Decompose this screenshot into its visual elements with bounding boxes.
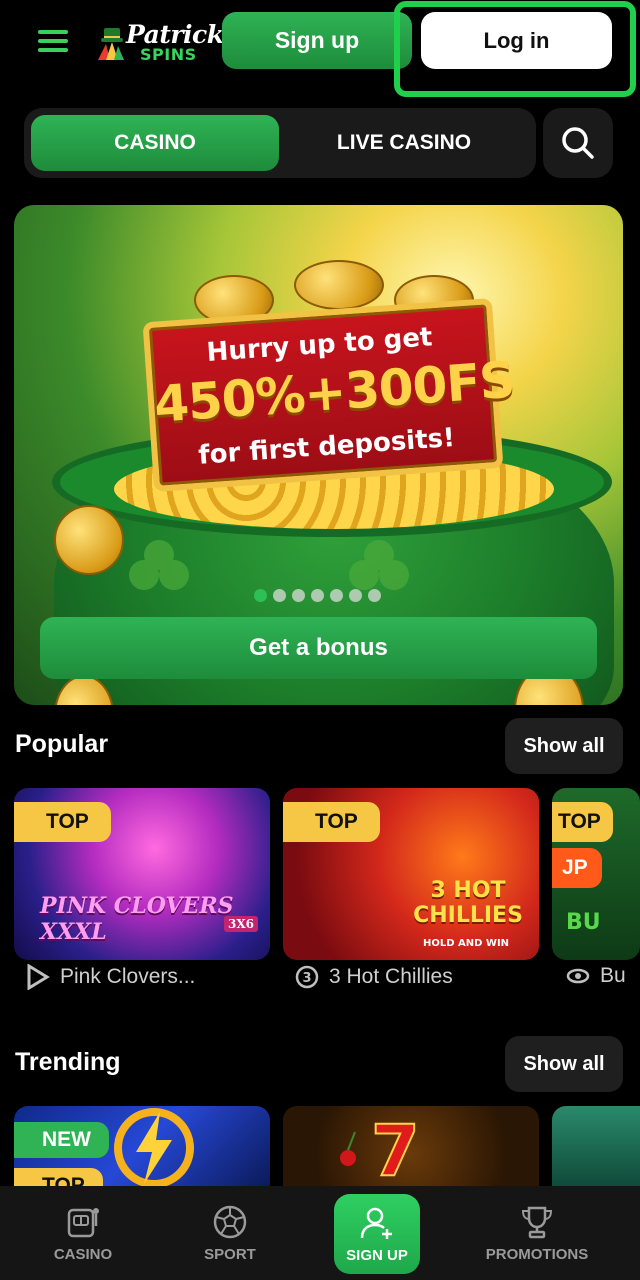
- game-card-trending-1[interactable]: NEW TOP: [14, 1106, 270, 1186]
- nav-promotions-label: PROMOTIONS: [485, 1245, 589, 1263]
- game-card-pink-clovers[interactable]: TOP PINK CLOVERS XXXL 3X6: [14, 788, 270, 960]
- top-badge: TOP: [14, 1168, 103, 1186]
- game-name: Bu: [600, 964, 626, 987]
- soccer-ball-icon: [213, 1205, 247, 1238]
- lightning-art-icon: [114, 1108, 194, 1186]
- carousel-dot[interactable]: [254, 589, 267, 602]
- game-art-subtitle: 3X6: [224, 916, 259, 932]
- carousel-dot[interactable]: [311, 589, 324, 602]
- eye-icon: [566, 968, 590, 984]
- popular-show-all-button[interactable]: Show all: [505, 718, 623, 774]
- nav-signup-label: SIGN UP: [346, 1246, 408, 1264]
- login-button[interactable]: Log in: [421, 12, 612, 69]
- nav-sport-label: SPORT: [204, 1245, 256, 1263]
- provider-3-icon: 3: [295, 965, 319, 989]
- hamburger-menu-icon[interactable]: [30, 24, 76, 58]
- game-art-title: 3 HOT CHILLIES: [413, 878, 523, 928]
- game-art-title: BU: [566, 910, 601, 935]
- tab-casino[interactable]: CASINO: [31, 115, 279, 171]
- cherry-art-icon: [340, 1131, 356, 1166]
- game-art-subtitle: HOLD AND WIN: [423, 938, 510, 949]
- seven-art: 7: [370, 1109, 421, 1186]
- signup-button[interactable]: Sign up: [222, 12, 412, 69]
- game-label-pink-clovers[interactable]: Pink Clovers...: [26, 964, 195, 990]
- carousel-dot[interactable]: [349, 589, 362, 602]
- header: Patrick SPINS Sign up Log in: [0, 0, 640, 97]
- carousel-dot[interactable]: [330, 589, 343, 602]
- category-tabs: CASINO LIVE CASINO: [24, 108, 536, 178]
- tab-live-casino[interactable]: LIVE CASINO: [280, 115, 528, 171]
- nav-casino[interactable]: CASINO: [40, 1186, 126, 1280]
- clover-icon: [129, 540, 189, 590]
- banner-offer-plaque: Hurry up to get 450%+300FS for first dep…: [142, 297, 516, 493]
- svg-text:3: 3: [302, 971, 311, 986]
- popular-section-title: Popular: [15, 730, 109, 758]
- game-name: 3 Hot Chillies: [329, 965, 453, 988]
- add-user-icon: [360, 1207, 392, 1239]
- search-icon: [562, 127, 594, 159]
- nav-signup[interactable]: SIGN UP: [334, 1194, 420, 1274]
- logo-subtitle: SPINS: [140, 45, 197, 64]
- nav-sport[interactable]: SPORT: [188, 1186, 272, 1280]
- search-button[interactable]: [543, 108, 613, 178]
- game-name: Pink Clovers...: [60, 965, 196, 988]
- coin-decoration: [294, 260, 384, 310]
- nav-casino-label: CASINO: [53, 1245, 113, 1263]
- carousel-dot[interactable]: [292, 589, 305, 602]
- leprechaun-logo-icon: [98, 28, 124, 60]
- game-card-trending-2[interactable]: 7: [283, 1106, 539, 1186]
- trending-show-all-button[interactable]: Show all: [505, 1036, 623, 1092]
- trending-section-title: Trending: [15, 1048, 121, 1076]
- top-badge: TOP: [283, 802, 380, 842]
- game-card-trending-3[interactable]: [552, 1106, 640, 1186]
- trophy-icon: [521, 1206, 553, 1238]
- carousel-dot[interactable]: [368, 589, 381, 602]
- jackpot-badge: JP: [552, 848, 602, 888]
- carousel-dot[interactable]: [273, 589, 286, 602]
- slot-machine-icon: [67, 1207, 99, 1237]
- game-label-partial[interactable]: Bu: [566, 964, 626, 988]
- nav-promotions[interactable]: PROMOTIONS: [484, 1186, 590, 1280]
- carousel-dots: [254, 589, 384, 603]
- bottom-navigation: CASINO SPORT SIGN UP PROMOTIONS: [0, 1186, 640, 1280]
- game-card-3-hot-chillies[interactable]: TOP 3 HOT CHILLIES HOLD AND WIN: [283, 788, 539, 960]
- top-badge: TOP: [14, 802, 111, 842]
- top-badge: TOP: [552, 802, 613, 842]
- game-label-3-hot-chillies[interactable]: 3 3 Hot Chillies: [295, 964, 453, 990]
- coin-decoration: [54, 505, 124, 575]
- game-card-partial[interactable]: TOP JP BU: [552, 788, 640, 960]
- logo[interactable]: Patrick SPINS: [94, 18, 224, 66]
- play-triangle-icon: [27, 964, 50, 990]
- get-bonus-button[interactable]: Get a bonus: [40, 617, 597, 679]
- new-badge: NEW: [14, 1122, 109, 1158]
